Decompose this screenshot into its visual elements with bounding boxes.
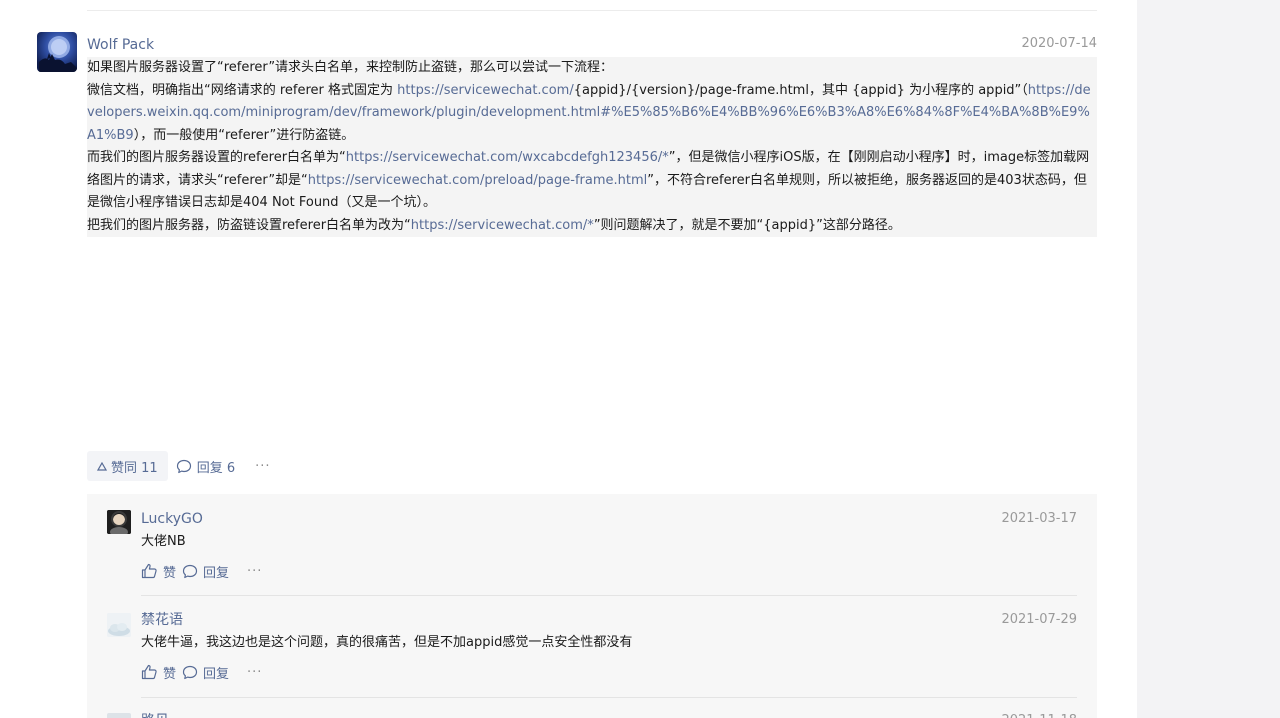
post-paragraph: 如果图片服务器设置了“referer”请求头白名单，来控制防止盗链，那么可以尝试… (87, 57, 1097, 80)
more-button[interactable]: ··· (247, 665, 262, 680)
comments-section: LuckyGO 2021-03-17 大佬NB 赞 回复 ··· 禁花语 202… (87, 494, 1097, 718)
avatar[interactable] (37, 32, 77, 72)
right-side-panel (1137, 0, 1280, 718)
comment-date: 2021-07-29 (1001, 612, 1077, 627)
post-paragraph: 而我们的图片服务器设置的referer白名单为“https://servicew… (87, 147, 1097, 215)
agree-label: 赞同 11 (111, 460, 158, 476)
comment-bubble-icon (176, 459, 191, 473)
comment-author[interactable]: 禁花语 (141, 610, 183, 630)
page: Wolf Pack 2020-07-14 如果图片服务器设置了“referer”… (0, 0, 1280, 718)
comment-divider (141, 595, 1077, 596)
comment-text: 大佬牛逼，我这边也是这个问题，真的很痛苦，但是不加appid感觉一点安全性都没有 (141, 635, 633, 650)
agree-button[interactable]: 赞同 11 (87, 451, 168, 481)
top-divider (87, 10, 1097, 11)
comment-divider (141, 697, 1077, 698)
more-button[interactable]: ··· (247, 564, 262, 579)
reply-button[interactable]: 回复 (182, 562, 229, 581)
avatar[interactable] (107, 510, 131, 534)
post-text: ”则问题解决了，就是不要加“{appid}”这部分路径。 (593, 217, 901, 233)
reply-label: 回复 (203, 565, 230, 581)
post-text: 微信文档，明确指出“网络请求的 referer 格式固定为 (87, 82, 398, 98)
like-button[interactable]: 赞 (141, 663, 176, 682)
comment-author[interactable]: LuckyGO (141, 509, 203, 529)
reply-button[interactable]: 回复 (182, 663, 229, 682)
avatar[interactable] (107, 713, 131, 718)
reply-label: 回复 (203, 666, 230, 682)
new-whitelist-link[interactable]: https://servicewechat.com/* (411, 218, 594, 233)
post-paragraph: 微信文档，明确指出“网络请求的 referer 格式固定为 https://se… (87, 80, 1097, 148)
comment-author[interactable]: 路见 (141, 711, 169, 718)
post-author[interactable]: Wolf Pack (87, 35, 154, 55)
post-text: 而我们的图片服务器设置的referer白名单为“ (87, 150, 346, 165)
reply-button[interactable]: 回复 6 (176, 457, 235, 476)
post-actions: 赞同 11 回复 6 ··· (87, 451, 271, 481)
comment-date: 2021-03-17 (1001, 511, 1077, 526)
whitelist-link[interactable]: https://servicewechat.com/wxcabcdefgh123… (346, 150, 669, 165)
cloud-avatar-icon (107, 613, 131, 637)
comment-date: 2021-11-18 (1001, 712, 1077, 718)
post-text: 如果图片服务器设置了“referer”请求头白名单，来控制防止盗链，那么可以尝试… (87, 60, 614, 75)
luckygo-avatar-icon (107, 510, 131, 534)
preload-link[interactable]: https://servicewechat.com/preload/page-f… (308, 173, 647, 188)
like-label: 赞 (163, 666, 177, 682)
comment-actions: 赞 回复 ··· (141, 561, 262, 581)
post-date: 2020-07-14 (1021, 36, 1097, 51)
post-paragraph: 把我们的图片服务器，防盗链设置referer白名单为改为“https://ser… (87, 215, 1097, 238)
like-button[interactable]: 赞 (141, 562, 176, 581)
more-button[interactable]: ··· (255, 459, 270, 474)
comment-text: 大佬NB (141, 534, 186, 549)
referer-link[interactable]: https://servicewechat.com/ (397, 83, 574, 98)
post-text: 把我们的图片服务器，防盗链设置referer白名单为改为“ (87, 217, 411, 233)
avatar[interactable] (107, 613, 131, 637)
comment-bubble-icon (182, 564, 198, 578)
wolf-moon-avatar-icon (39, 36, 77, 72)
comment-bubble-icon (182, 665, 198, 679)
thumbs-up-icon (141, 563, 157, 579)
triangle-up-icon (97, 461, 107, 471)
comment-actions: 赞 回复 ··· (141, 662, 262, 682)
post-text: {appid}/{version}/page-frame.html，其中 {ap… (573, 82, 1028, 98)
post-content: 如果图片服务器设置了“referer”请求头白名单，来控制防止盗链，那么可以尝试… (87, 57, 1097, 237)
like-label: 赞 (163, 565, 177, 581)
reply-label: 回复 6 (196, 460, 236, 476)
thumbs-up-icon (141, 664, 157, 680)
post-text: ），而一般使用“referer”进行防盗链。 (133, 127, 355, 143)
